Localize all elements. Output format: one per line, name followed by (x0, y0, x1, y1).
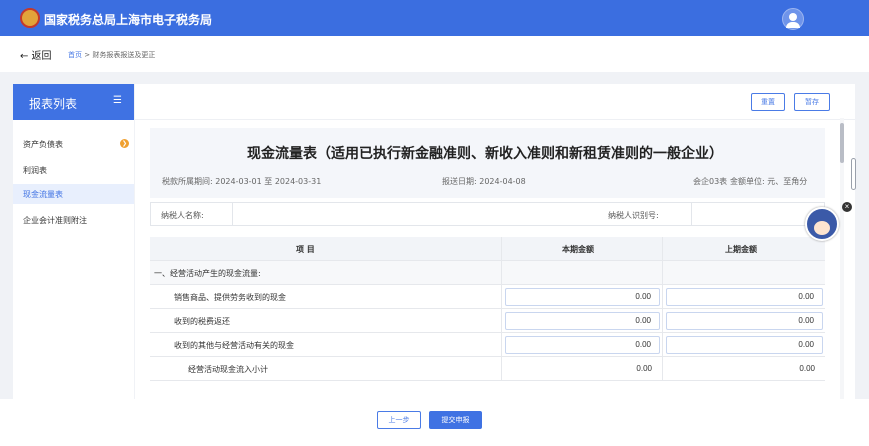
breadcrumb: 首页 > 财务报表报送及更正 (68, 50, 155, 60)
breadcrumb-current: 财务报表报送及更正 (92, 51, 156, 59)
taxpayer-id-value (691, 203, 824, 225)
sidebar-item-label: 企业会计准则附注 (23, 216, 87, 225)
row-item: 一、经营活动产生的现金流量: (154, 269, 261, 278)
sidebar-item-label: 利润表 (23, 166, 47, 175)
column-header-current: 本期金额 (562, 245, 594, 254)
sidebar-title: 报表列表 (29, 97, 78, 111)
form-number: 会企03表 (693, 177, 728, 186)
row-item: 收到的其他与经营活动有关的现金 (174, 341, 294, 350)
previous-amount-input[interactable]: 0.00 (666, 336, 823, 354)
report-toolbar: 重置 暂存 (135, 84, 855, 120)
current-amount-input[interactable]: 0.00 (505, 288, 660, 306)
form-title: 现金流量表（适用已执行新金融准则、新收入准则和新租赁准则的一般企业） (247, 146, 723, 162)
row-item: 收到的税费返还 (174, 317, 230, 326)
user-avatar-icon[interactable] (782, 8, 804, 30)
page-scrollbar-thumb[interactable] (851, 158, 856, 190)
column-header-item: 项 目 (296, 245, 315, 254)
table-row: 收到的其他与经营活动有关的现金 0.00 0.00 (150, 333, 825, 357)
submit-declaration-button[interactable]: 提交申报 (429, 411, 482, 429)
sidebar-item-label: 现金流量表 (23, 190, 63, 199)
row-item: 经营活动现金流入小计 (188, 365, 268, 374)
table-row: 一、经营活动产生的现金流量: (150, 261, 825, 285)
table-row: 经营活动现金流入小计 0.00 0.00 (150, 357, 825, 381)
panel-scrollbar-thumb[interactable] (840, 123, 844, 163)
table-row: 收到的税费返还 0.00 0.00 (150, 309, 825, 333)
table-row: 销售商品、提供劳务收到的现金 0.00 0.00 (150, 285, 825, 309)
previous-amount-input[interactable]: 0.00 (666, 288, 823, 306)
previous-step-button[interactable]: 上一步 (377, 411, 421, 429)
sidebar-item-notes[interactable]: 企业会计准则附注 (13, 210, 134, 230)
column-header-previous: 上期金额 (725, 245, 757, 254)
taxpayer-info-row: 纳税人名称: 纳税人识别号: (150, 202, 825, 226)
reset-button[interactable]: 重置 (751, 93, 785, 111)
assistant-robot-icon[interactable] (805, 207, 839, 241)
form-header-box (150, 128, 825, 198)
top-bar: 国家税务总局上海市电子税务局 (0, 0, 869, 36)
expand-badge-icon: ❯ (120, 139, 129, 148)
taxpayer-id-label: 纳税人识别号: (608, 211, 659, 220)
menu-icon[interactable]: ☰ (113, 95, 122, 106)
tax-period: 税款所属期间: 2024-03-01 至 2024-03-31 (162, 177, 322, 186)
current-amount-input[interactable]: 0.00 (505, 312, 660, 330)
save-draft-button[interactable]: 暂存 (794, 93, 830, 111)
submit-date: 报送日期: 2024-04-08 (442, 177, 526, 186)
sidebar-item-balance-sheet[interactable]: 资产负债表 ❯ (13, 134, 134, 154)
sidebar-item-income-statement[interactable]: 利润表 (13, 160, 134, 180)
sidebar-item-label: 资产负债表 (23, 140, 63, 149)
site-title: 国家税务总局上海市电子税务局 (44, 13, 213, 27)
table-header-row: 项 目 本期金额 上期金额 (150, 237, 825, 261)
breadcrumb-home-link[interactable]: 首页 (68, 51, 82, 59)
current-amount-value: 0.00 (636, 364, 652, 373)
breadcrumb-separator: > (82, 51, 93, 59)
current-amount-input[interactable]: 0.00 (505, 336, 660, 354)
taxpayer-name-label: 纳税人名称: (161, 211, 204, 220)
row-item: 销售商品、提供劳务收到的现金 (174, 293, 286, 302)
amount-unit: 金额单位: 元、至角分 (730, 177, 808, 186)
close-assistant-icon[interactable]: × (842, 202, 852, 212)
report-list-sidebar: 报表列表 ☰ 资产负债表 ❯ 利润表 现金流量表 企业会计准则附注 (13, 84, 134, 399)
sidebar-item-cash-flow[interactable]: 现金流量表 (13, 184, 134, 204)
back-button[interactable]: ← 返回 (20, 47, 52, 62)
previous-amount-value: 0.00 (799, 364, 815, 373)
taxpayer-name-value (232, 203, 596, 225)
sidebar-header: 报表列表 ☰ (13, 84, 134, 120)
tax-emblem-icon (20, 8, 40, 28)
previous-amount-input[interactable]: 0.00 (666, 312, 823, 330)
